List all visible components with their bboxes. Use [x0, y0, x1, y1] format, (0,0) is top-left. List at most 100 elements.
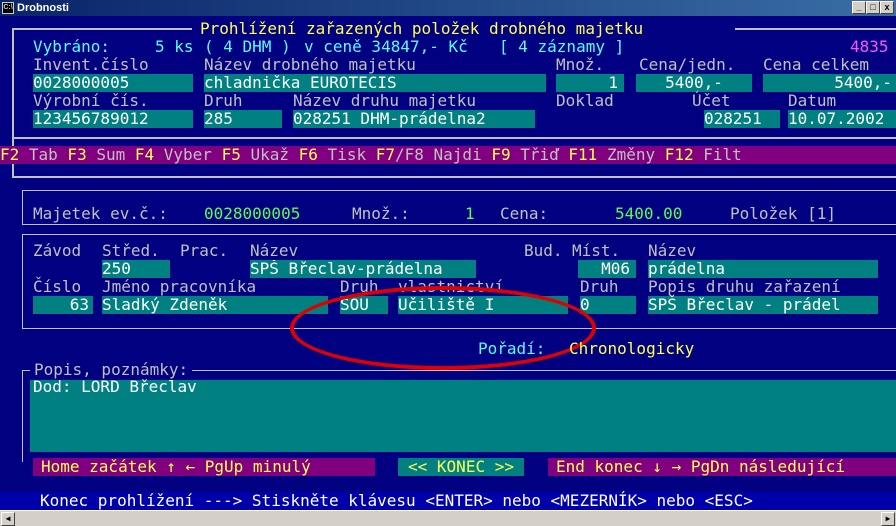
- serial-field[interactable]: 123456789012: [33, 110, 193, 128]
- scroll-left-icon[interactable]: ◀: [1, 512, 15, 526]
- frame-top-right: [735, 28, 896, 30]
- label-qty: Množ.: [556, 55, 605, 74]
- frame-divider: [12, 137, 896, 139]
- qty-field[interactable]: 1: [556, 74, 624, 92]
- fkey-f2[interactable]: F2: [0, 145, 19, 164]
- fkey-label: Filt: [693, 145, 742, 164]
- console-icon: C:\: [2, 2, 14, 14]
- selected-count: 5 ks: [155, 37, 194, 56]
- fkey-f5[interactable]: F5: [212, 145, 241, 164]
- unit-price-field[interactable]: 5400,-: [636, 74, 752, 92]
- label-doc: Doklad: [556, 91, 614, 110]
- label-date: Datum: [788, 91, 837, 110]
- worker-field[interactable]: Sladký Zdeněk: [102, 296, 328, 314]
- label-plant: Závod: [33, 241, 82, 260]
- horizontal-scrollbar[interactable]: ◀ ▶: [0, 510, 896, 526]
- label-number: Číslo: [33, 277, 82, 296]
- kind-name-field[interactable]: 028251 DHM-prádelna2: [293, 110, 535, 128]
- notes-text: Dod: LORD Břeclav: [33, 377, 197, 396]
- label-serial: Výrobní čís.: [33, 91, 149, 110]
- frame-top-left: [12, 28, 192, 30]
- fkey-label: Změny: [597, 145, 656, 164]
- summary-frame-bottom: [22, 224, 896, 225]
- label-room-name: Název: [648, 241, 697, 260]
- frame-bottom: [12, 176, 896, 178]
- minimize-button[interactable]: _: [852, 1, 866, 14]
- fkey-label: Tab: [19, 145, 58, 164]
- selected-records: [ 4 záznamy ]: [499, 37, 625, 56]
- location-frame-left: [22, 234, 23, 328]
- fkey-f9[interactable]: F9: [482, 145, 510, 164]
- summary-qty-label: Množ.:: [352, 204, 410, 223]
- fkey-f6[interactable]: F6: [289, 145, 318, 164]
- label-building: Bud.: [524, 241, 563, 260]
- summary-items: Položek [1]: [730, 204, 836, 223]
- label-kind-name: Název druhu majetku: [293, 91, 477, 110]
- label-kind-desc: Popis druhu zařazení: [648, 277, 841, 296]
- maximize-button[interactable]: □: [866, 1, 880, 14]
- label-workplace: Prac.: [180, 241, 229, 260]
- fkey-label: Ukaž: [240, 145, 290, 164]
- window-titlebar: C:\ Drobnosti _ □ x: [0, 0, 896, 16]
- center-field[interactable]: 250: [102, 260, 170, 278]
- order-value: Chronologicky: [569, 339, 695, 358]
- label-kind: Druh: [204, 91, 243, 110]
- label-account: Účet: [692, 91, 731, 110]
- screen-title: Prohlížení zařazených položek drobného m…: [200, 19, 644, 38]
- room-field[interactable]: M06: [578, 260, 636, 278]
- asset-name-field[interactable]: chladnička EUROTECIS: [204, 74, 546, 92]
- summary-price: 5400.00: [615, 204, 683, 223]
- right-number: 4835: [850, 37, 889, 56]
- number-field[interactable]: 63: [33, 296, 93, 314]
- total-price-field[interactable]: 5400,-: [763, 74, 896, 92]
- fkey-f12[interactable]: F12: [655, 145, 694, 164]
- label-asset-name: Název drobného majetku: [204, 55, 416, 74]
- date-field[interactable]: 10.07.2002: [788, 110, 896, 128]
- label-worker: Jméno pracovníka: [102, 277, 257, 296]
- location-name-field[interactable]: SPŠ Břeclav-prádelna: [250, 260, 476, 278]
- selected-price: v ceně 34847,- Kč: [304, 37, 468, 56]
- status-text: Konec prohlížení ---> Stiskněte klávesu …: [40, 491, 753, 510]
- summary-qty: 1: [465, 204, 475, 223]
- summary-price-label: Cena:: [500, 204, 549, 223]
- summary-asset-label: Majetek ev.č.:: [33, 204, 168, 223]
- label-location-name: Název: [250, 241, 299, 260]
- fkey-label: /F8 Najdi: [395, 145, 482, 164]
- invent-field[interactable]: 0028000005: [33, 74, 193, 92]
- summary-frame-top: [22, 190, 896, 191]
- label-unit-price: Cena/jedn.: [639, 55, 736, 74]
- fkey-label: Tisk: [317, 145, 367, 164]
- nav-end[interactable]: End konec ↓ → PgDn následující: [548, 458, 896, 476]
- fkey-label: Třiď: [510, 145, 559, 164]
- scroll-right-icon[interactable]: ▶: [881, 512, 895, 526]
- kind-desc-field[interactable]: SPŠ Břeclav - prádel: [648, 296, 878, 314]
- kind-field[interactable]: 285: [204, 110, 282, 128]
- label-invent: Invent.číslo: [33, 55, 149, 74]
- summary-asset-no: 0028000005: [204, 204, 301, 223]
- room-name-field[interactable]: prádelna: [648, 260, 878, 278]
- window-title: Drobnosti: [17, 2, 69, 14]
- label-room: Míst.: [572, 241, 621, 260]
- konec-button[interactable]: << KONEC >>: [398, 458, 524, 476]
- fkey-f7[interactable]: F7: [366, 145, 395, 164]
- selected-dhm: ( 4 DHM ): [204, 37, 291, 56]
- fkey-label: Sum: [86, 145, 126, 164]
- fkey-list: F2 Tab F3 Sum F4 Vyber F5 Ukaž F6 Tisk F…: [0, 146, 742, 164]
- selected-prefix: Vybráno:: [33, 37, 111, 56]
- label-kind2: Druh: [580, 277, 619, 296]
- nav-home[interactable]: Home začátek ↑ ← PgUp minulý: [33, 458, 375, 476]
- label-center: Střed.: [102, 241, 160, 260]
- fkey-f11[interactable]: F11: [559, 145, 597, 164]
- annotation-ellipse: [290, 286, 596, 370]
- label-total: Cena celkem: [763, 55, 869, 74]
- summary-frame-left: [22, 190, 23, 224]
- fkey-label: Vyber: [154, 145, 212, 164]
- location-frame-top: [22, 234, 896, 235]
- kind2-field[interactable]: 0: [580, 296, 636, 314]
- fkey-f3[interactable]: F3: [58, 145, 86, 164]
- fkey-f4[interactable]: F4: [125, 145, 154, 164]
- console-area: Prohlížení zařazených položek drobného m…: [0, 16, 896, 510]
- account-field[interactable]: 028251: [704, 110, 780, 128]
- close-button[interactable]: x: [880, 1, 894, 14]
- notes-frame-left: [22, 370, 23, 462]
